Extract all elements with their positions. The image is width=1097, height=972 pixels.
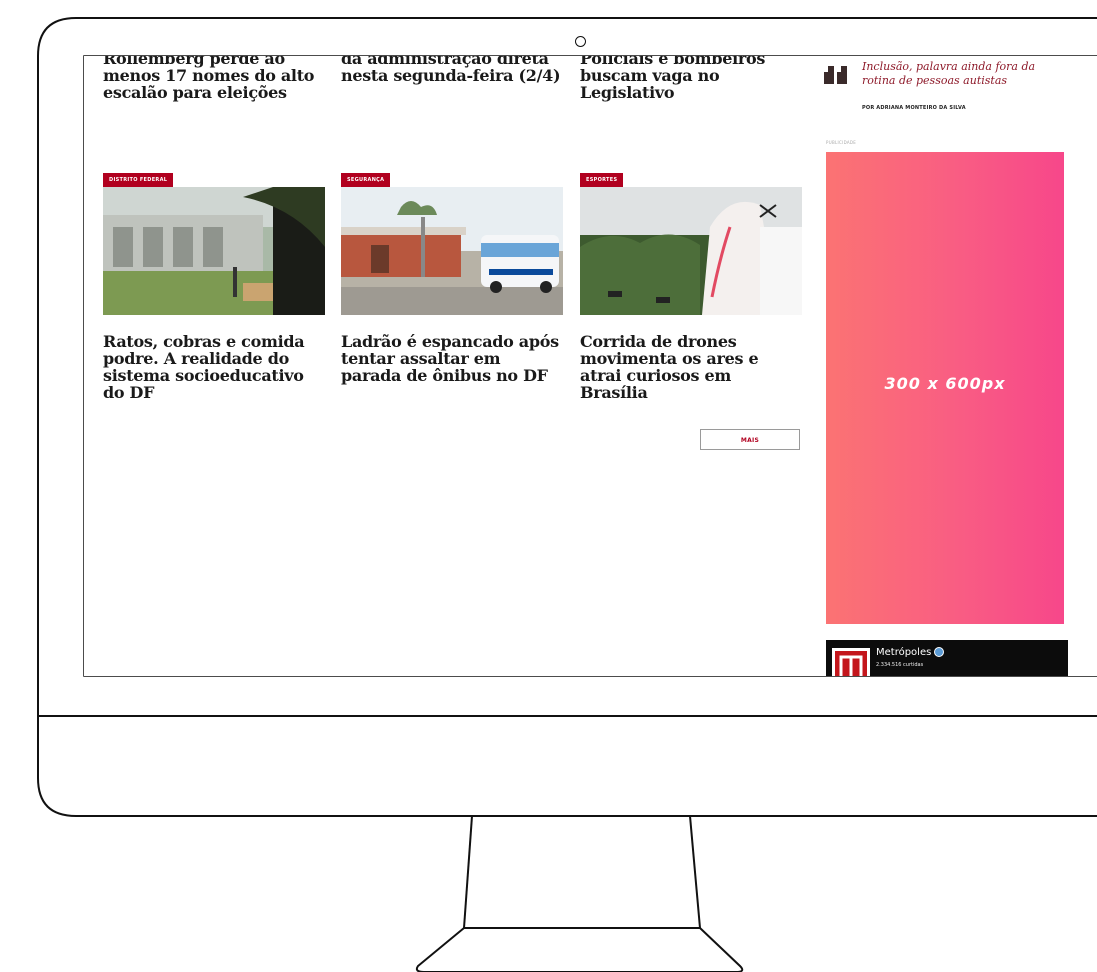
ad-label: PUBLICIDADE [826, 140, 857, 145]
article-headline[interactable]: Ratos, cobras e comida podre. A realidad… [103, 333, 325, 401]
camera-icon [575, 36, 586, 47]
top-article-2-headline[interactable]: da administração direta nesta segunda-fe… [341, 56, 569, 84]
opinion-block[interactable]: Inclusão, palavra ainda fora da rotina d… [824, 60, 1074, 120]
facebook-likes-count: 2.334.516 curtidas [876, 662, 924, 668]
category-badge[interactable]: DISTRITO FEDERAL [103, 173, 174, 187]
facebook-page-widget[interactable]: Metrópoles 2.334.516 curtidas [826, 640, 1068, 676]
article-card-seguranca[interactable]: SEGURANÇA Ladrão é espancado após tentar… [341, 166, 563, 384]
opinion-title[interactable]: Inclusão, palavra ainda fora da rotina d… [862, 60, 1072, 88]
category-badge[interactable]: SEGURANÇA [341, 173, 391, 187]
ad-size-text: 300 x 600px [884, 374, 1006, 393]
article-thumbnail[interactable] [341, 187, 563, 315]
facebook-page-name-text[interactable]: Metrópoles [876, 647, 931, 658]
more-button[interactable]: MAIS [700, 429, 800, 450]
top-article-3-headline[interactable]: Policiais e bombeiros buscam vaga no Leg… [580, 56, 808, 101]
opinion-author: POR ADRIANA MONTEIRO DA SILVA [862, 105, 966, 111]
article-headline[interactable]: Corrida de drones movimenta os ares e at… [580, 333, 802, 401]
article-headline[interactable]: Ladrão é espancado após tentar assaltar … [341, 333, 563, 384]
article-card-esportes[interactable]: ESPORTES Corrida de drones movimenta os … [580, 166, 802, 401]
metropoles-logo [832, 648, 870, 676]
quote-icon [824, 66, 847, 84]
top-article-2[interactable]: da administração direta nesta segunda-fe… [341, 56, 569, 84]
facebook-page-name[interactable]: Metrópoles [876, 647, 945, 658]
article-thumbnail[interactable] [580, 187, 802, 315]
article-thumbnail[interactable] [103, 187, 325, 315]
top-article-3[interactable]: Policiais e bombeiros buscam vaga no Leg… [580, 56, 808, 101]
category-badge[interactable]: ESPORTES [580, 173, 624, 187]
verified-icon [934, 647, 945, 657]
top-article-1[interactable]: Rollemberg perde ao menos 17 nomes do al… [103, 56, 331, 101]
article-card-distrito-federal[interactable]: DISTRITO FEDERAL Ratos, cobras e comida … [103, 166, 325, 401]
ad-banner[interactable]: 300 x 600px [826, 152, 1064, 624]
top-article-1-headline[interactable]: Rollemberg perde ao menos 17 nomes do al… [103, 56, 331, 101]
browser-viewport[interactable]: Rollemberg perde ao menos 17 nomes do al… [84, 56, 1097, 676]
